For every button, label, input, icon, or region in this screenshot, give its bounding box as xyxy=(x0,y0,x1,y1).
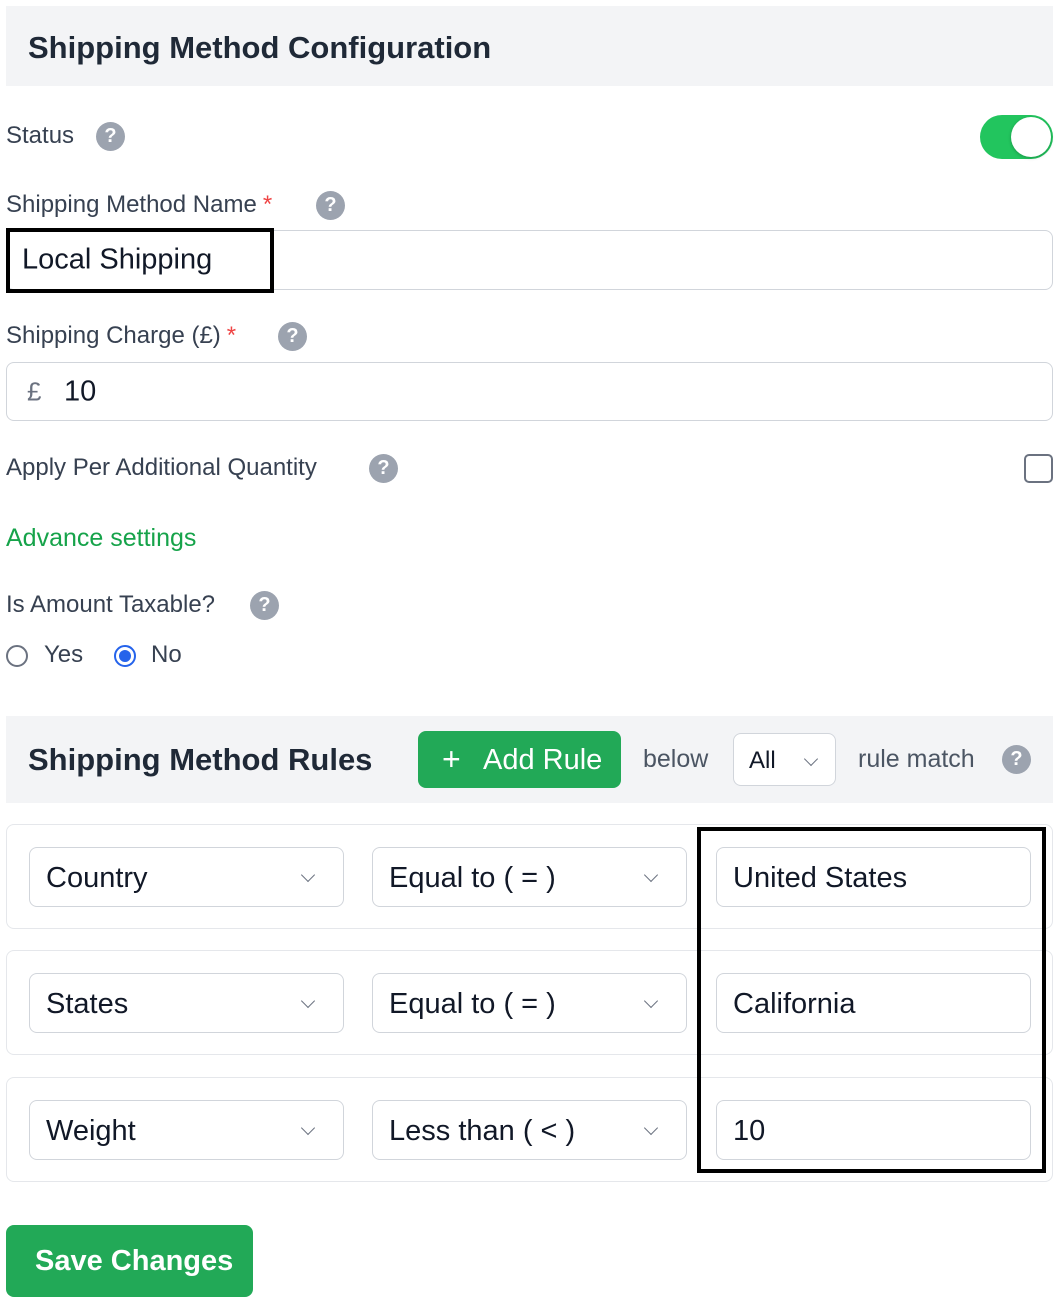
rule-value-text: 10 xyxy=(733,1115,766,1147)
rules-help-icon[interactable]: ? xyxy=(1002,745,1031,774)
currency-symbol: £ xyxy=(27,376,42,406)
taxable-label: Is Amount Taxable? xyxy=(6,591,216,618)
rules-title: Shipping Method Rules xyxy=(28,742,373,777)
advance-settings-link[interactable]: Advance settings xyxy=(6,524,196,553)
charge-input[interactable]: £ 10 xyxy=(6,362,1053,421)
method-name-label: Shipping Method Name * xyxy=(6,191,272,219)
taxable-yes-label[interactable]: Yes xyxy=(44,641,83,669)
chevron-down-icon xyxy=(643,993,659,1009)
toggle-knob xyxy=(1011,117,1051,157)
method-name-label-text: Shipping Method Name xyxy=(6,191,257,218)
taxable-no-radio[interactable] xyxy=(114,645,136,667)
rule-value-input[interactable]: 10 xyxy=(716,1100,1031,1160)
charge-value: 10 xyxy=(64,375,97,407)
rule-operator-value: Equal to ( = ) xyxy=(389,988,556,1020)
additional-qty-checkbox[interactable] xyxy=(1024,454,1053,483)
rule-field-select[interactable]: States xyxy=(29,973,344,1033)
chevron-down-icon xyxy=(300,1120,316,1136)
rule-match-text: rule match xyxy=(858,745,975,773)
save-changes-label: Save Changes xyxy=(35,1245,234,1277)
additional-qty-label: Apply Per Additional Quantity xyxy=(6,454,317,481)
add-rule-button[interactable]: + Add Rule xyxy=(418,731,621,788)
rule-operator-value: Less than ( < ) xyxy=(389,1115,576,1147)
rule-match-select[interactable]: All xyxy=(733,733,836,786)
method-name-input[interactable]: Local Shipping xyxy=(6,230,1053,290)
charge-help-icon[interactable]: ? xyxy=(278,322,307,351)
save-changes-button[interactable]: Save Changes xyxy=(6,1225,253,1297)
rule-row-1: Country Equal to ( = ) United States xyxy=(6,824,1053,929)
status-help-icon[interactable]: ? xyxy=(96,122,125,151)
rule-field-value: Weight xyxy=(46,1115,136,1147)
method-name-value: Local Shipping xyxy=(22,243,213,276)
rule-value-text: United States xyxy=(733,862,908,894)
taxable-help-icon[interactable]: ? xyxy=(250,591,279,620)
rule-field-value: States xyxy=(46,988,129,1020)
required-mark: * xyxy=(262,191,273,218)
chevron-down-icon xyxy=(300,993,316,1009)
rule-field-select[interactable]: Country xyxy=(29,847,344,907)
rule-row-3: Weight Less than ( < ) 10 xyxy=(6,1077,1053,1182)
required-mark: * xyxy=(226,322,237,349)
rule-operator-select[interactable]: Equal to ( = ) xyxy=(372,973,687,1033)
taxable-no-label[interactable]: No xyxy=(151,641,182,669)
plus-icon: + xyxy=(442,741,461,777)
rule-row-2: States Equal to ( = ) California xyxy=(6,950,1053,1055)
rule-operator-value: Equal to ( = ) xyxy=(389,862,556,894)
rule-operator-select[interactable]: Less than ( < ) xyxy=(372,1100,687,1160)
rule-field-value: Country xyxy=(46,862,148,894)
status-toggle[interactable] xyxy=(980,115,1053,159)
charge-label-text: Shipping Charge (£) xyxy=(6,322,221,349)
config-header: Shipping Method Configuration xyxy=(6,6,1053,86)
additional-qty-help-icon[interactable]: ? xyxy=(369,454,398,483)
rule-match-value: All xyxy=(749,747,776,774)
rule-value-input[interactable]: United States xyxy=(716,847,1031,907)
charge-label: Shipping Charge (£) * xyxy=(6,322,236,350)
rule-value-text: California xyxy=(733,988,856,1020)
taxable-yes-radio[interactable] xyxy=(6,645,28,667)
below-text: below xyxy=(643,745,709,773)
chevron-down-icon xyxy=(803,751,819,767)
method-name-help-icon[interactable]: ? xyxy=(316,191,345,220)
status-label: Status xyxy=(6,122,75,149)
rule-value-input[interactable]: California xyxy=(716,973,1031,1033)
chevron-down-icon xyxy=(300,867,316,883)
chevron-down-icon xyxy=(643,867,659,883)
rule-field-select[interactable]: Weight xyxy=(29,1100,344,1160)
rule-operator-select[interactable]: Equal to ( = ) xyxy=(372,847,687,907)
add-rule-label: Add Rule xyxy=(483,744,603,776)
page-title: Shipping Method Configuration xyxy=(28,30,492,65)
rules-header: Shipping Method Rules + Add Rule below A… xyxy=(6,716,1053,803)
chevron-down-icon xyxy=(643,1120,659,1136)
